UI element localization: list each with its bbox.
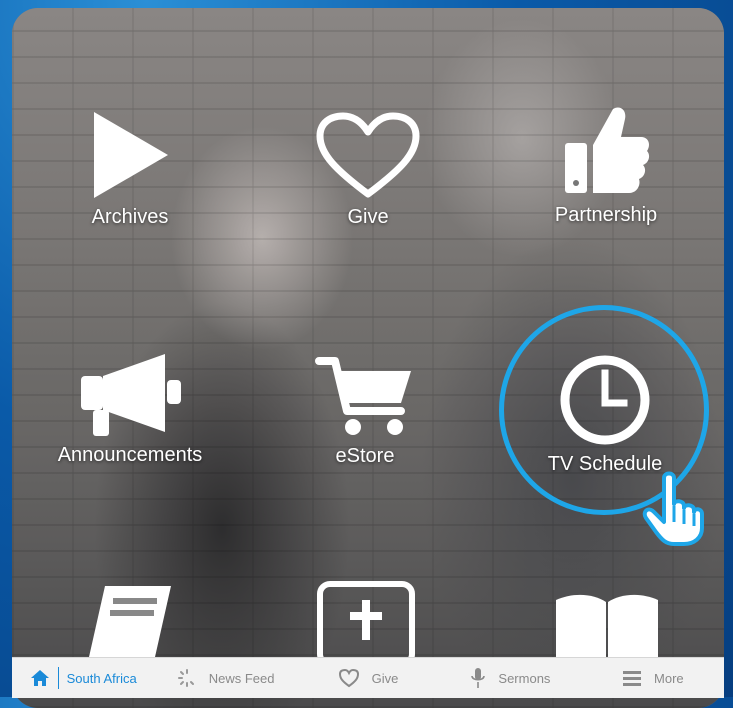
grid-item-partnership[interactable]: Partnership bbox=[546, 103, 666, 227]
tab-label-south-africa: South Africa bbox=[66, 670, 137, 686]
tab-more[interactable]: More bbox=[582, 658, 724, 698]
tab-label-news-feed: News Feed bbox=[208, 670, 275, 686]
grid-label-archives: Archives bbox=[91, 206, 169, 228]
grid-item-give[interactable]: Give bbox=[308, 112, 428, 229]
home-icon bbox=[30, 670, 49, 686]
tab-label-more: More bbox=[654, 670, 684, 686]
tap-hand-icon bbox=[642, 471, 704, 546]
grid-label-announcements: Announcements bbox=[57, 444, 203, 466]
tab-give[interactable]: Give bbox=[297, 658, 439, 698]
thumbs-up-icon bbox=[565, 107, 650, 193]
tab-label-give: Give bbox=[371, 670, 399, 686]
grid-item-archives[interactable]: Archives bbox=[85, 110, 175, 229]
grid-item-estore[interactable]: eStore bbox=[310, 355, 420, 468]
grid-label-estore: eStore bbox=[335, 445, 395, 467]
shopping-cart-icon bbox=[315, 357, 411, 435]
book-icon[interactable] bbox=[85, 580, 175, 657]
menu-icon bbox=[623, 671, 642, 686]
tab-south-africa[interactable]: South Africa bbox=[12, 658, 154, 698]
heart-icon bbox=[316, 112, 420, 198]
tab-news-feed[interactable]: News Feed bbox=[154, 658, 296, 698]
clock-icon bbox=[560, 355, 650, 445]
tab-label-sermons: Sermons bbox=[498, 670, 551, 686]
play-icon bbox=[94, 112, 168, 198]
bottom-tab-bar: South Africa News Feed Give Sermons More bbox=[12, 657, 724, 698]
bible-icon[interactable] bbox=[316, 580, 416, 657]
megaphone-icon bbox=[81, 354, 181, 436]
grid-label-give: Give bbox=[347, 206, 389, 228]
grid-item-announcements[interactable]: Announcements bbox=[50, 350, 210, 467]
grid-label-partnership: Partnership bbox=[554, 204, 658, 226]
tab-sermons[interactable]: Sermons bbox=[439, 658, 581, 698]
heart-outline-icon bbox=[338, 668, 359, 688]
open-book-icon[interactable] bbox=[552, 590, 662, 657]
loading-icon bbox=[177, 669, 194, 687]
microphone-icon bbox=[471, 668, 486, 688]
grid-item-tv-schedule[interactable]: TV Schedule bbox=[540, 353, 670, 476]
